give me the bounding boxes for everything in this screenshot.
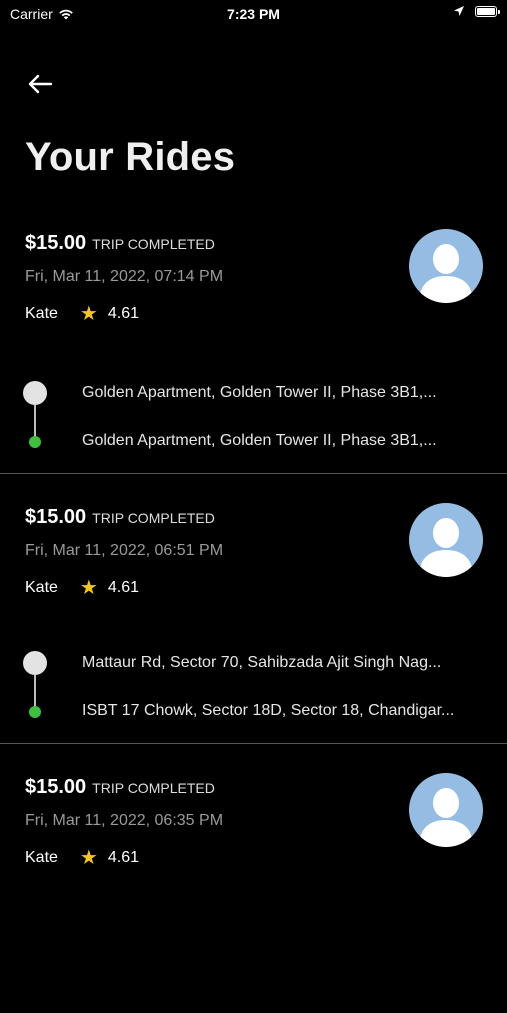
driver-info: Kate ★ 4.61 bbox=[25, 578, 139, 598]
user-silhouette-icon bbox=[419, 788, 473, 847]
star-icon: ★ bbox=[79, 577, 98, 599]
route-connector bbox=[34, 675, 36, 707]
star-icon: ★ bbox=[79, 847, 98, 869]
trip-status: TRIP COMPLETED bbox=[92, 236, 215, 252]
battery-icon bbox=[475, 5, 500, 17]
ride-card[interactable]: $15.00 TRIP COMPLETED Fri, Mar 11, 2022,… bbox=[0, 200, 507, 474]
fare-amount: $15.00 bbox=[25, 506, 87, 528]
driver-rating: 4.61 bbox=[107, 305, 139, 322]
driver-rating: 4.61 bbox=[107, 849, 139, 866]
ride-card[interactable]: $15.00 TRIP COMPLETED Fri, Mar 11, 2022,… bbox=[0, 744, 507, 1013]
dropoff-dot-icon bbox=[29, 706, 41, 718]
fare-amount: $15.00 bbox=[25, 776, 87, 798]
trip-datetime: Fri, Mar 11, 2022, 06:35 PM bbox=[25, 812, 224, 829]
avatar bbox=[409, 503, 483, 577]
trip-datetime: Fri, Mar 11, 2022, 06:51 PM bbox=[25, 542, 224, 559]
fare-line: $15.00 TRIP COMPLETED bbox=[25, 506, 215, 529]
pickup-dot-icon bbox=[23, 381, 47, 405]
status-bar: Carrier 7:23 PM bbox=[0, 0, 507, 30]
pickup-address: Mattaur Rd, Sector 70, Sahibzada Ajit Si… bbox=[82, 654, 442, 671]
user-silhouette-icon bbox=[419, 518, 473, 577]
back-button[interactable] bbox=[24, 68, 56, 100]
route-connector bbox=[34, 405, 36, 437]
dropoff-address: ISBT 17 Chowk, Sector 18D, Sector 18, Ch… bbox=[82, 702, 455, 719]
location-arrow-icon bbox=[454, 6, 464, 16]
driver-name: Kate bbox=[25, 849, 58, 866]
fare-line: $15.00 TRIP COMPLETED bbox=[25, 776, 215, 799]
trip-status: TRIP COMPLETED bbox=[92, 510, 215, 526]
trip-status: TRIP COMPLETED bbox=[92, 780, 215, 796]
fare-line: $15.00 TRIP COMPLETED bbox=[25, 232, 215, 255]
status-icons bbox=[453, 5, 500, 17]
dropoff-dot-icon bbox=[29, 436, 41, 448]
pickup-address: Golden Apartment, Golden Tower II, Phase… bbox=[82, 384, 437, 401]
star-icon: ★ bbox=[79, 303, 98, 325]
back-arrow-icon bbox=[28, 74, 53, 94]
driver-name: Kate bbox=[25, 305, 58, 322]
driver-info: Kate ★ 4.61 bbox=[25, 848, 139, 868]
driver-info: Kate ★ 4.61 bbox=[25, 304, 139, 324]
dropoff-address: Golden Apartment, Golden Tower II, Phase… bbox=[82, 432, 437, 449]
driver-rating: 4.61 bbox=[107, 579, 139, 596]
fare-amount: $15.00 bbox=[25, 232, 87, 254]
pickup-dot-icon bbox=[23, 651, 47, 675]
ride-list: $15.00 TRIP COMPLETED Fri, Mar 11, 2022,… bbox=[0, 200, 507, 1013]
trip-datetime: Fri, Mar 11, 2022, 07:14 PM bbox=[25, 268, 224, 285]
user-silhouette-icon bbox=[419, 244, 473, 303]
avatar bbox=[409, 229, 483, 303]
avatar bbox=[409, 773, 483, 847]
driver-name: Kate bbox=[25, 579, 58, 596]
clock: 7:23 PM bbox=[227, 6, 280, 22]
ride-card[interactable]: $15.00 TRIP COMPLETED Fri, Mar 11, 2022,… bbox=[0, 474, 507, 744]
page-title: Your Rides bbox=[25, 135, 236, 179]
